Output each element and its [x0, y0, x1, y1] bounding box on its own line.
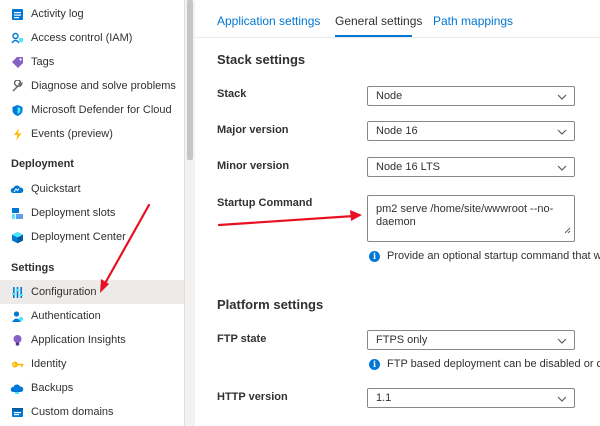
- http-version-select[interactable]: 1.1: [367, 388, 575, 408]
- startup-command-info-text: Provide an optional startup command that…: [387, 250, 600, 262]
- lightbulb-icon: [10, 333, 24, 347]
- sidebar-item-label: Quickstart: [31, 183, 81, 195]
- sidebar-item-label: Backups: [31, 382, 74, 394]
- chevron-down-icon: [557, 394, 567, 406]
- tag-icon: [10, 55, 24, 69]
- tab-path-mappings[interactable]: Path mappings: [433, 14, 513, 28]
- sidebar-item-label: Custom domains: [31, 406, 114, 418]
- access-control-icon: [10, 31, 24, 45]
- sidebar-item-backups[interactable]: Backups: [0, 376, 184, 400]
- active-tab-indicator: [335, 35, 412, 37]
- sidebar-item-label: Microsoft Defender for Cloud: [31, 104, 172, 116]
- major-version-select[interactable]: Node 16: [367, 121, 575, 141]
- deployment-section-header: Deployment: [11, 158, 74, 170]
- sidebar-item-label: Deployment slots: [31, 207, 116, 219]
- sliders-icon: [10, 285, 24, 299]
- ftp-state-select[interactable]: FTPS only: [367, 330, 575, 350]
- activity-log-icon: [10, 7, 24, 21]
- sidebar-scrollbar-thumb[interactable]: [187, 0, 193, 160]
- ftp-state-select-value: FTPS only: [376, 334, 428, 346]
- sidebar-item-label: Identity: [31, 358, 67, 370]
- sidebar-item-label: Diagnose and solve problems: [31, 80, 176, 92]
- sidebar-item-identity[interactable]: Identity: [0, 352, 184, 376]
- stack-settings-title: Stack settings: [217, 52, 306, 67]
- stack-select-value: Node: [376, 90, 403, 102]
- startup-command-line-2: daemon: [376, 216, 416, 228]
- domain-icon: [10, 405, 24, 419]
- sidebar-item-custom-domains[interactable]: Custom domains: [0, 400, 184, 424]
- platform-settings-title: Platform settings: [217, 297, 324, 312]
- shield-icon: [10, 103, 24, 117]
- ftp-state-label: FTP state: [217, 333, 267, 345]
- cube-icon: [10, 230, 24, 244]
- chevron-down-icon: [557, 336, 567, 348]
- sidebar: Activity log Access control (IAM) Tags D…: [0, 0, 184, 426]
- major-version-label: Major version: [217, 124, 289, 136]
- sidebar-item-label: Deployment Center: [31, 231, 126, 243]
- sidebar-item-deployment-center[interactable]: Deployment Center: [0, 225, 184, 249]
- chevron-down-icon: [557, 127, 567, 139]
- sidebar-item-configuration[interactable]: Configuration: [0, 280, 184, 304]
- info-icon: i: [369, 250, 380, 262]
- ftp-state-info-text: FTP based deployment can be disabled or …: [387, 358, 600, 370]
- sidebar-item-label: Activity log: [31, 8, 84, 20]
- settings-section-header: Settings: [11, 262, 55, 274]
- stack-label: Stack: [217, 88, 247, 100]
- ftp-state-info: i FTP based deployment can be disabled o…: [369, 358, 600, 370]
- resize-grip-icon[interactable]: [564, 225, 571, 238]
- info-icon: i: [369, 358, 380, 370]
- chevron-down-icon: [557, 92, 567, 104]
- sidebar-item-tags[interactable]: Tags: [0, 50, 184, 74]
- tab-application-settings[interactable]: Application settings: [217, 14, 320, 28]
- minor-version-select-value: Node 16 LTS: [376, 161, 441, 173]
- stack-select[interactable]: Node: [367, 86, 575, 106]
- http-version-select-value: 1.1: [376, 392, 392, 404]
- lightning-icon: [10, 127, 24, 141]
- startup-command-textarea[interactable]: pm2 serve /home/site/wwwroot --no- daemo…: [367, 195, 575, 242]
- sidebar-item-label: Authentication: [31, 310, 101, 322]
- key-icon: [10, 357, 24, 371]
- tabs-divider: [195, 37, 600, 38]
- sidebar-item-deployment-slots[interactable]: Deployment slots: [0, 201, 184, 225]
- sidebar-item-defender[interactable]: Microsoft Defender for Cloud: [0, 98, 184, 122]
- sidebar-item-activity-log[interactable]: Activity log: [0, 2, 184, 26]
- sidebar-item-label: Configuration: [31, 286, 97, 298]
- wrench-icon: [10, 79, 24, 93]
- chevron-down-icon: [557, 163, 567, 175]
- startup-command-label: Startup Command: [217, 197, 313, 209]
- cloud-icon: [10, 182, 24, 196]
- person-icon: [10, 309, 24, 323]
- minor-version-select[interactable]: Node 16 LTS: [367, 157, 575, 177]
- sidebar-item-events[interactable]: Events (preview): [0, 122, 184, 146]
- main-content: Application settings General settings Pa…: [195, 0, 600, 426]
- minor-version-label: Minor version: [217, 160, 290, 172]
- sidebar-item-authentication[interactable]: Authentication: [0, 304, 184, 328]
- sidebar-item-quickstart[interactable]: Quickstart: [0, 177, 184, 201]
- startup-command-info: i Provide an optional startup command th…: [369, 250, 600, 262]
- major-version-select-value: Node 16: [376, 125, 418, 137]
- startup-command-line-1: pm2 serve /home/site/wwwroot --no-: [376, 203, 554, 215]
- http-version-label: HTTP version: [217, 391, 288, 403]
- sidebar-item-label: Events (preview): [31, 128, 113, 140]
- sidebar-item-label: Access control (IAM): [31, 32, 133, 44]
- sidebar-item-diagnose[interactable]: Diagnose and solve problems: [0, 74, 184, 98]
- sidebar-item-label: Tags: [31, 56, 55, 68]
- deployment-slots-icon: [10, 206, 24, 220]
- tab-general-settings[interactable]: General settings: [335, 14, 422, 28]
- sidebar-item-application-insights[interactable]: Application Insights: [0, 328, 184, 352]
- sidebar-item-access-control[interactable]: Access control (IAM): [0, 26, 184, 50]
- backup-cloud-icon: [10, 381, 24, 395]
- sidebar-item-label: Application Insights: [31, 334, 126, 346]
